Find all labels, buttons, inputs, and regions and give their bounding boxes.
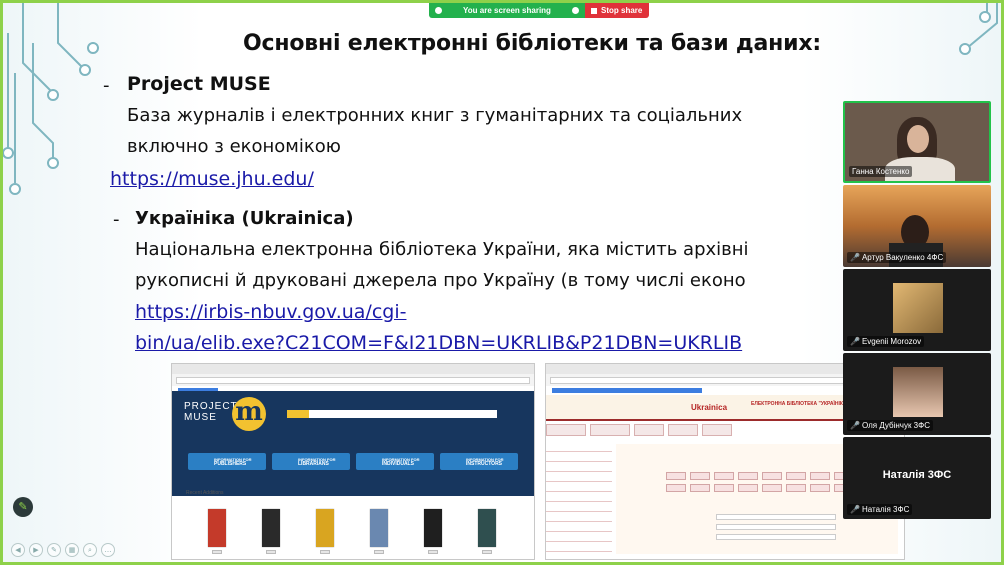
participant-name: Ганна Костенко: [849, 166, 913, 177]
item-desc-line: База журналів і електронних книг з гуман…: [127, 105, 743, 126]
item-desc-line: рукописні й друковані джерела про Україн…: [135, 270, 746, 291]
more-options-icon[interactable]: …: [101, 543, 115, 557]
next-slide-icon[interactable]: ▶: [29, 543, 43, 557]
item-heading-ukrainica: Україніка (Ukrainica): [135, 208, 354, 229]
book-cover: [316, 509, 334, 547]
mic-muted-icon: 🎤: [850, 421, 860, 430]
nbuv-tab: [702, 424, 732, 436]
prev-slide-icon[interactable]: ◀: [11, 543, 25, 557]
muse-link[interactable]: https://muse.jhu.edu/: [110, 168, 314, 190]
mic-muted-icon: 🎤: [850, 505, 860, 514]
muse-info-button: INFORMATION FOR PUBLISHERS: [188, 453, 266, 470]
slide-title: Основні електронні бібліотеки та бази да…: [243, 31, 821, 56]
browser-url-bar: [172, 374, 534, 393]
muse-logo-mark: m: [232, 397, 266, 431]
nbuv-title: ЕЛЕКТРОННА БІБЛІОТЕКА "УКРАЇНІКА": [751, 401, 849, 407]
item-desc-line: Національна електронна бібліотека Україн…: [135, 239, 749, 260]
book-cover: [370, 509, 388, 547]
browser-menu-bar: [172, 364, 534, 374]
circuit-decoration-left: [3, 3, 99, 195]
muse-logo-line1: PROJECT: [184, 401, 238, 412]
participant-name: 🎤 Наталія 3ФС: [847, 504, 913, 515]
stop-share-label: Stop share: [601, 6, 643, 15]
nbuv-sidebar: [546, 442, 612, 552]
book-cover: [424, 509, 442, 547]
participant-tile[interactable]: 🎤 Артур Вакуленко 4ФС: [843, 185, 991, 267]
ukrainica-link-line1[interactable]: https://irbis-nbuv.gov.ua/cgi-: [135, 301, 406, 323]
pointer-icon[interactable]: ✎: [47, 543, 61, 557]
book-label: [320, 550, 330, 554]
participant-name: 🎤 Evgenii Morozov: [847, 336, 925, 347]
share-arrow-icon: [435, 7, 442, 14]
participant-face: [907, 125, 929, 153]
participant-name: 🎤 Оля Дубінчук 3ФС: [847, 420, 933, 431]
muse-logo-line2: MUSE: [184, 412, 217, 423]
book-label: [482, 550, 492, 554]
nbuv-tab: [590, 424, 630, 436]
ukrainica-link-line2[interactable]: bin/ua/elib.exe?C21COM=F&I21DBN=UKRLIB&P…: [135, 332, 742, 354]
item-heading-muse: Project MUSE: [127, 73, 271, 95]
participant-avatar: [893, 367, 943, 417]
mic-muted-icon: 🎤: [850, 337, 860, 346]
bullet: -: [113, 209, 120, 230]
stop-icon: [591, 7, 597, 14]
slide-toolbar: ◀ ▶ ✎ ▦ ⌕ …: [11, 543, 115, 557]
mic-muted-icon: 🎤: [850, 253, 860, 262]
participant-tile[interactable]: Ганна Костенко: [843, 101, 991, 183]
book-cover: [478, 509, 496, 547]
screen-share-bar: You are screen sharing Stop share: [429, 3, 649, 18]
zoom-icon[interactable]: ⌕: [83, 543, 97, 557]
screen-sharing-indicator: You are screen sharing: [429, 3, 585, 18]
participant-tile[interactable]: Наталія 3ФС 🎤 Наталія 3ФС: [843, 437, 991, 519]
screen-sharing-status: You are screen sharing: [463, 6, 551, 15]
annotate-pen-icon[interactable]: ✎: [13, 497, 33, 517]
stop-share-button[interactable]: Stop share: [585, 3, 649, 18]
nbuv-logo: Ukrainica: [691, 403, 728, 412]
slides-grid-icon[interactable]: ▦: [65, 543, 79, 557]
participant-name: 🎤 Артур Вакуленко 4ФС: [847, 252, 947, 263]
muse-info-button: INFORMATION FOR INDIVIDUALS: [356, 453, 434, 470]
book-label: [266, 550, 276, 554]
muse-search-scope: [287, 410, 309, 418]
nbuv-tab: [668, 424, 698, 436]
nbuv-tab: [546, 424, 586, 436]
participant-tile[interactable]: 🎤 Evgenii Morozov: [843, 269, 991, 351]
participant-center-name: Наталія 3ФС: [882, 469, 952, 481]
muse-search-input: [287, 410, 497, 418]
book-label: [212, 550, 222, 554]
muse-info-button: INFORMATION FOR LIBRARIANS: [272, 453, 350, 470]
muse-screenshot: PROJECT MUSE m INFORMATION FOR PUBLISHERS…: [171, 363, 535, 560]
book-label: [374, 550, 384, 554]
muse-info-button: INFORMATION FOR INSTRUCTORS: [440, 453, 518, 470]
shield-icon: [571, 7, 579, 14]
muse-logo-text: PROJECT MUSE: [184, 401, 238, 423]
bullet: -: [103, 75, 110, 96]
participant-avatar: [893, 283, 943, 333]
item-desc-line: включно з економікою: [127, 136, 341, 157]
nbuv-tab: [634, 424, 664, 436]
book-label: [428, 550, 438, 554]
book-cover: [208, 509, 226, 547]
circuit-decoration-right: [959, 3, 998, 55]
participant-tile[interactable]: 🎤 Оля Дубінчук 3ФС: [843, 353, 991, 435]
muse-hero-banner: PROJECT MUSE m INFORMATION FOR PUBLISHERS…: [172, 391, 534, 496]
muse-recent-label: Recent Additions: [186, 490, 224, 496]
screen-frame: You are screen sharing Stop share Основн…: [0, 0, 1004, 565]
book-cover: [262, 509, 280, 547]
